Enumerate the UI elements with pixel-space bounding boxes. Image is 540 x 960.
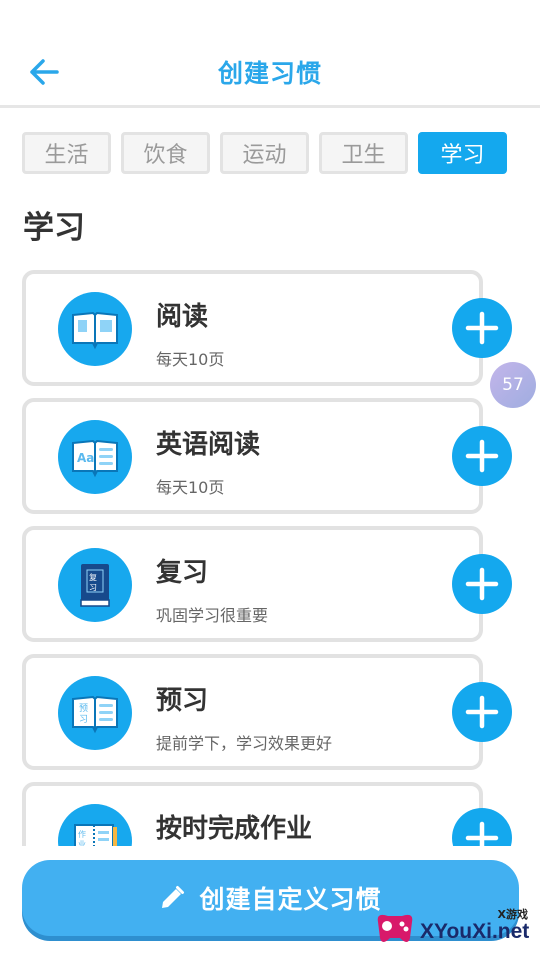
habit-name: 阅读 [156, 302, 209, 332]
plus-icon [465, 567, 499, 601]
site-watermark: X游戏 XYouXi.net [368, 898, 540, 960]
plus-icon [465, 439, 499, 473]
tab-study[interactable]: 学习 [418, 132, 507, 174]
habit-card-reading[interactable]: 阅读 每天10页 [22, 270, 483, 386]
habit-card-preview[interactable]: 预 习 预习 提前学下，学习效果更好 [22, 654, 483, 770]
habit-list[interactable]: 阅读 每天10页 Aa 英语阅读 每天10页 复 习 复习 巩固学习很重要 预 … [0, 268, 540, 846]
habit-card-homework[interactable]: 作 业 按时完成作业 [22, 782, 483, 846]
plus-icon [465, 695, 499, 729]
svg-text:业: 业 [78, 839, 86, 846]
section-title: 学习 [23, 210, 85, 246]
svg-text:Aa: Aa [77, 451, 94, 465]
floating-assistive-bubble[interactable]: 57 [490, 362, 536, 408]
preview-book-icon: 预 习 [58, 676, 132, 750]
habit-desc: 巩固学习很重要 [156, 606, 269, 625]
svg-text:复: 复 [89, 572, 97, 582]
habit-name: 按时完成作业 [156, 814, 313, 844]
add-habit-button[interactable] [452, 554, 512, 614]
habit-name: 复习 [156, 558, 209, 588]
svg-text:习: 习 [89, 583, 97, 592]
habit-card-english-reading[interactable]: Aa 英语阅读 每天10页 [22, 398, 483, 514]
add-habit-button[interactable] [452, 298, 512, 358]
svg-text:作: 作 [78, 829, 86, 839]
add-habit-button[interactable] [452, 682, 512, 742]
open-book-icon [58, 292, 132, 366]
header-bar: 创建习惯 [0, 0, 540, 108]
add-habit-button[interactable] [452, 426, 512, 486]
page-title: 创建习惯 [217, 59, 322, 88]
pencil-icon [162, 886, 185, 908]
habit-name: 预习 [156, 686, 209, 716]
svg-text:预: 预 [79, 703, 88, 714]
gamepad-logo-icon [377, 914, 413, 942]
tab-life[interactable]: 生活 [22, 132, 111, 174]
english-book-icon: Aa [58, 420, 132, 494]
habit-desc: 每天10页 [156, 478, 225, 497]
homework-notebook-icon: 作 业 [58, 804, 132, 846]
category-tabs: 生活 饮食 运动 卫生 学习 [22, 132, 518, 174]
habit-card-review[interactable]: 复 习 复习 巩固学习很重要 [22, 526, 483, 642]
tab-hygiene[interactable]: 卫生 [319, 132, 408, 174]
plus-icon [465, 311, 499, 345]
review-book-icon: 复 习 [58, 548, 132, 622]
tab-sport[interactable]: 运动 [220, 132, 309, 174]
create-custom-habit-label: 创建自定义习惯 [199, 885, 382, 914]
habit-desc: 每天10页 [156, 350, 225, 369]
tab-diet[interactable]: 饮食 [121, 132, 210, 174]
watermark-site-text: XYouXi.net [420, 920, 530, 943]
page: 创建习惯 生活 饮食 运动 卫生 学习 学习 阅读 每天10页 Aa 英语阅读 … [0, 0, 540, 960]
habit-desc: 提前学下，学习效果更好 [156, 734, 333, 753]
habit-name: 英语阅读 [156, 430, 261, 460]
plus-icon [465, 821, 499, 846]
svg-text:习: 习 [79, 714, 88, 725]
